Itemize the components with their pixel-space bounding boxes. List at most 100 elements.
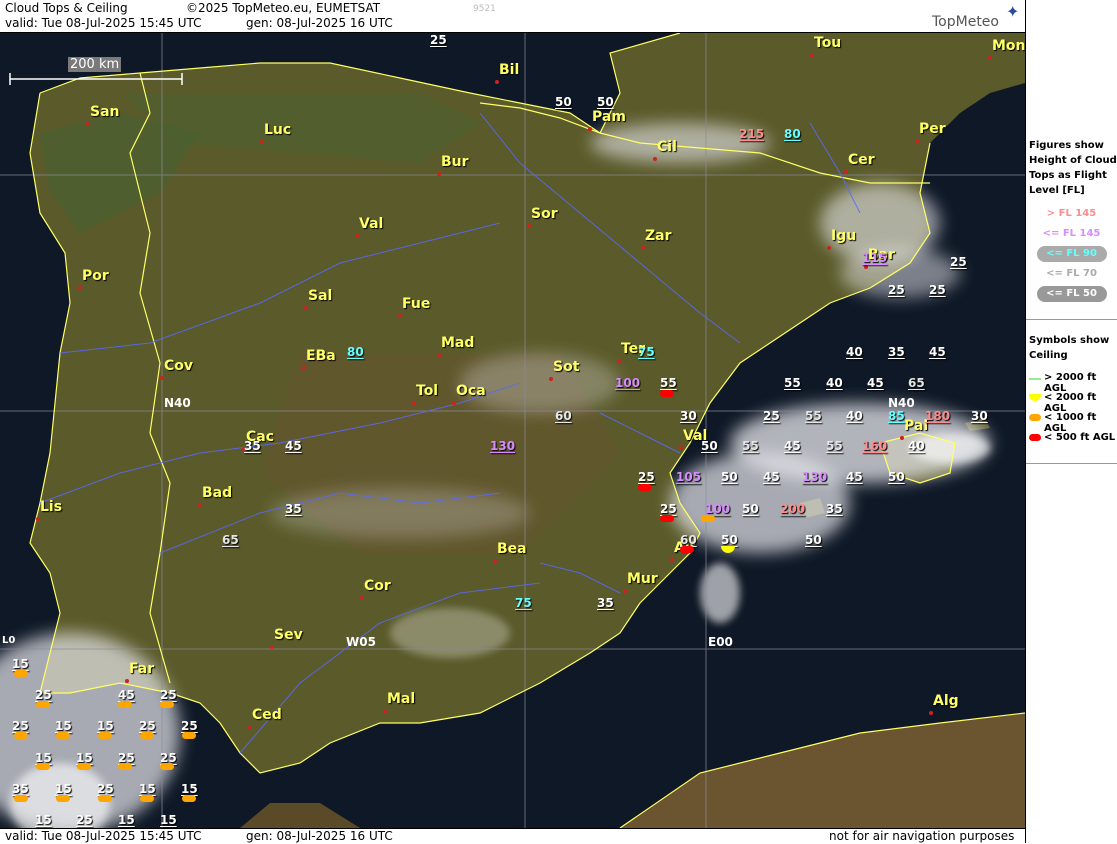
cloud-top-figure: 30	[680, 409, 697, 423]
city-marker	[383, 709, 387, 713]
city-label: Bur	[441, 154, 469, 170]
city-marker	[355, 234, 359, 238]
city-marker	[412, 401, 416, 405]
cloud-top-figure: 25	[160, 688, 177, 702]
city-label: Tou	[814, 35, 842, 51]
ceiling-symbol	[118, 763, 132, 770]
cloud-top-figure: 50	[742, 502, 759, 516]
city-label: Oca	[456, 383, 486, 399]
city-label: Cer	[848, 152, 875, 168]
cloud-top-figure: 25	[76, 813, 93, 827]
city-label: Mal	[387, 691, 416, 707]
cloud-top-figure: 130	[802, 470, 828, 484]
cloud-top-figure: 100	[705, 502, 731, 516]
cloud-top-figure: 60	[555, 409, 572, 423]
city-label: Cor	[364, 578, 391, 594]
ceiling-symbol	[660, 515, 674, 522]
ceiling-symbol	[56, 795, 70, 802]
city-label: EBa	[306, 348, 336, 364]
legend-ceil-gt2000: > 2000 ft AGL	[1026, 370, 1117, 394]
city-marker	[302, 366, 306, 370]
city-marker	[36, 517, 40, 521]
cloud-top-figure: 15	[55, 719, 72, 733]
ceiling-pill-icon	[1029, 414, 1041, 421]
city-label: Bil	[499, 62, 520, 78]
city-marker	[260, 140, 264, 144]
legend-panel: Figures show Height of Cloud Tops as Fli…	[1025, 0, 1117, 843]
ceiling-symbol	[680, 546, 694, 553]
cloud-top-figure: 55	[742, 439, 759, 453]
legend-symbols-title: Symbols show Ceiling	[1029, 335, 1110, 361]
cloud-top-figure: 75	[515, 596, 532, 610]
ceiling-symbol	[98, 732, 112, 739]
city-marker	[248, 725, 252, 729]
cloud-top-figure: 50	[888, 470, 905, 484]
city-label: Lis	[40, 499, 63, 515]
cloud-top-figure: 15	[118, 813, 135, 827]
city-marker	[900, 436, 904, 440]
legend-fl-le90: <= FL 90	[1036, 246, 1107, 262]
city-marker	[304, 306, 308, 310]
cloud-top-figure: 15	[181, 782, 198, 796]
city-label: Tol	[416, 383, 439, 399]
cloud-top-figure: 180	[925, 409, 951, 423]
city-marker	[437, 353, 441, 357]
cloud-top-figure: 130	[490, 439, 516, 453]
cloud-top-figure: 50	[597, 95, 614, 109]
city-label: Pam	[592, 109, 626, 125]
city-marker	[549, 377, 553, 381]
cloud-top-figure: 45	[285, 439, 302, 453]
cloud-top-figure: 50	[721, 470, 738, 484]
city-label: Sot	[553, 359, 580, 375]
legend-divider	[1026, 319, 1117, 320]
topmeteo-logo: TopMeteo	[932, 14, 999, 30]
ceiling-symbol	[14, 732, 28, 739]
legend-divider	[1026, 463, 1117, 464]
cloud-top-figure: 55	[805, 409, 822, 423]
cloud-top-figure: 45	[763, 470, 780, 484]
cloud-top-figure: 25	[763, 409, 780, 423]
cloud-top-figure: 25	[430, 33, 447, 47]
cloud-top-figure: 35	[826, 502, 843, 516]
city-label: Fue	[402, 296, 431, 312]
city-label: Luc	[264, 122, 292, 138]
city-marker	[670, 558, 674, 562]
cloud-top-figure: 200	[780, 502, 806, 516]
cloud-top-figure: 25	[12, 719, 29, 733]
city-marker	[864, 265, 868, 269]
city-label: Per	[919, 121, 946, 137]
city-marker	[398, 314, 402, 318]
cloud-top-figure: 100	[615, 376, 641, 390]
city-marker	[270, 645, 274, 649]
cloud-top-figure: 25	[950, 255, 967, 269]
legend-fl-list: > FL 145 <= FL 145 <= FL 90 <= FL 70 <= …	[1026, 205, 1117, 305]
city-label: Sev	[274, 627, 303, 643]
city-marker	[641, 246, 645, 250]
city-marker	[125, 679, 129, 683]
scale-bar-line	[9, 73, 183, 85]
cloud-top-figure: 50	[701, 439, 718, 453]
city-label: Mad	[441, 335, 475, 351]
grid-label: L0	[2, 635, 16, 646]
cloud-top-figure: 25	[35, 688, 52, 702]
cloud-top-figure: 45	[118, 688, 135, 702]
ceiling-symbol	[36, 701, 50, 708]
cloud-top-figure: 55	[660, 376, 677, 390]
grid-label: W05	[346, 635, 376, 649]
cloud-top-figure: 45	[929, 345, 946, 359]
city-marker	[360, 596, 364, 600]
city-label: Sor	[531, 206, 558, 222]
cloud-top-figure: 15	[97, 719, 114, 733]
city-label: Mur	[627, 571, 658, 587]
satellite-map[interactable]: 200 km N40 N40 W05 E00 L0 San Luc Bil Pam To…	[0, 33, 1025, 828]
city-marker	[437, 172, 441, 176]
cloud-top-figure: 25	[181, 719, 198, 733]
ceiling-symbol	[118, 701, 132, 708]
cloud-top-figure: 50	[721, 533, 738, 547]
cloud-top-figure: 45	[867, 376, 884, 390]
ceiling-symbol	[56, 732, 70, 739]
city-marker	[617, 359, 621, 363]
footer-bar: valid: Tue 08-Jul-2025 15:45 UTC gen: 08…	[0, 828, 1025, 844]
legend-ceil-lt500: < 500 ft AGL	[1026, 430, 1117, 450]
city-marker	[929, 711, 933, 715]
